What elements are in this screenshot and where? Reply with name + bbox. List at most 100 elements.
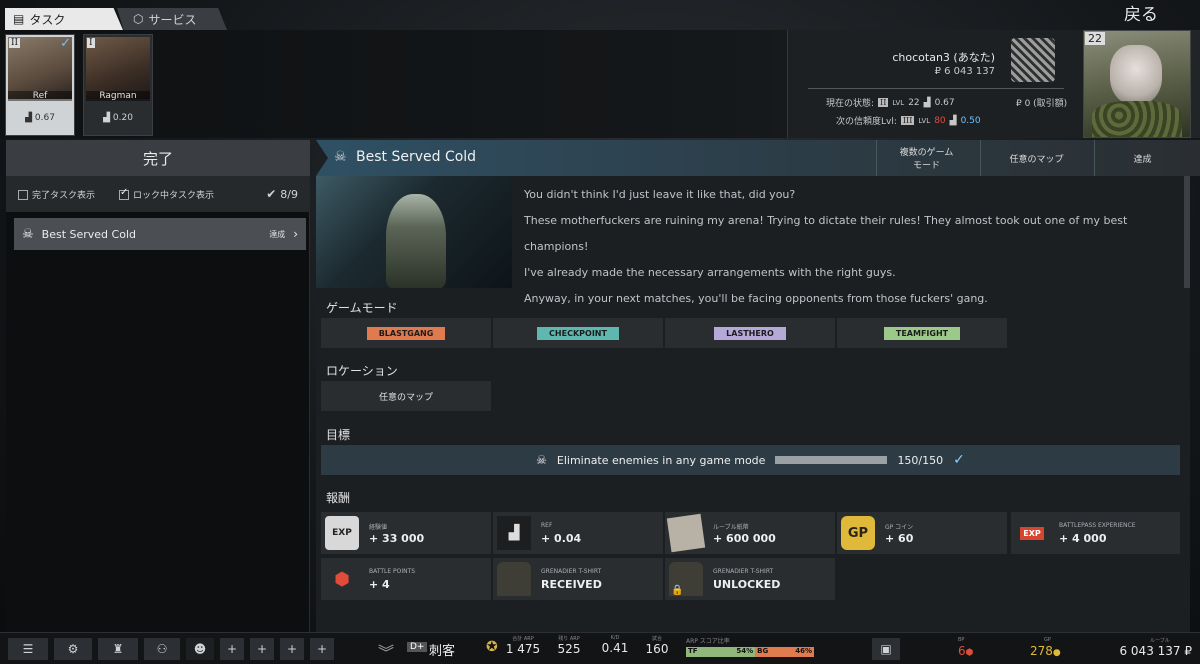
reward-rep: ▟ REF + 0.04 bbox=[493, 512, 663, 554]
gp-label: GP bbox=[1044, 637, 1051, 643]
gp-amount: 278 bbox=[1030, 644, 1053, 658]
money-icon bbox=[666, 513, 706, 553]
party-slot-add[interactable]: + bbox=[250, 638, 274, 660]
story-scrollbar[interactable] bbox=[1184, 176, 1190, 288]
current-status-row: 現在の状態: II LVL 22 ▟ 0.67 bbox=[826, 96, 955, 110]
mode-tag: CHECKPOINT bbox=[537, 326, 619, 340]
tab-tasks[interactable]: ▤ タスク bbox=[5, 8, 123, 30]
party-slot-add[interactable]: + bbox=[280, 638, 304, 660]
filter-locked-label: ロック中タスク表示 bbox=[133, 190, 215, 201]
menu-button[interactable]: ☰ bbox=[8, 638, 48, 660]
task-modes-column: 複数のゲーム モード bbox=[876, 140, 976, 176]
lvl-prefix: LVL bbox=[918, 116, 931, 125]
party-slot-add[interactable]: + bbox=[220, 638, 244, 660]
friends-button[interactable]: ⚇ bbox=[144, 638, 180, 660]
skull-icon: ☠ bbox=[334, 149, 347, 165]
arp-star-icon: ✪ bbox=[486, 639, 498, 655]
party-member-slot[interactable]: ☻ bbox=[186, 638, 214, 660]
reward-value: + 33 000 bbox=[369, 532, 425, 545]
floppy-icon: ▣ bbox=[880, 642, 892, 656]
trade-money: ₽ 0 (取引額) bbox=[1016, 96, 1067, 109]
bp-label: BP bbox=[958, 637, 965, 643]
rep-icon: ▟ bbox=[497, 516, 531, 550]
trader-name: Ragman bbox=[86, 91, 150, 101]
trader-portrait bbox=[86, 37, 150, 99]
tab-services[interactable]: ⬡ サービス bbox=[117, 8, 227, 30]
kd-value: 0.41 bbox=[601, 641, 629, 655]
player-panel: chocotan3 (あなた) ₽ 6 043 137 現在の状態: II LV… bbox=[787, 30, 1083, 138]
character-button[interactable]: ♜ bbox=[98, 638, 138, 660]
filter-locked[interactable]: ロック中タスク表示 bbox=[119, 187, 215, 201]
mode-tag: BLASTGANG bbox=[366, 326, 446, 340]
mode-tag: TEAMFIGHT bbox=[883, 326, 961, 340]
plus-icon: + bbox=[256, 642, 268, 656]
mode-teamfight: TEAMFIGHT bbox=[837, 318, 1007, 348]
mode-checkpoint: CHECKPOINT bbox=[493, 318, 663, 348]
reward-name: GRENADIER T-SHIRT bbox=[541, 568, 602, 575]
score-ratio-label: ARP スコア比率 bbox=[686, 638, 730, 645]
trader-rep: ▟ 0.67 bbox=[6, 113, 74, 123]
task-list-header: 完了 bbox=[6, 140, 310, 176]
rep-icon: ▟ bbox=[923, 97, 931, 108]
reward-battlepass-exp: EXP BATTLEPASS EXPERIENCE + 4 000 bbox=[1011, 512, 1180, 554]
task-story: You didn't think I'd just leave it like … bbox=[524, 182, 1184, 312]
character-icon: ♜ bbox=[112, 642, 124, 656]
task-story-image bbox=[316, 176, 512, 288]
plus-icon: + bbox=[226, 642, 238, 656]
mode-lasthero: LASTHERO bbox=[665, 318, 835, 348]
score-ratio-bar: TF 54% BG 46% bbox=[686, 647, 814, 657]
back-button[interactable]: 戻る bbox=[1124, 0, 1158, 25]
exp-icon: EXP bbox=[325, 516, 359, 550]
party-slot-add[interactable]: + bbox=[310, 638, 334, 660]
filter-completed[interactable]: 完了タスク表示 bbox=[18, 188, 95, 201]
total-arp: 合計 ARP 1 475 bbox=[505, 635, 541, 656]
tab-tasks-label: タスク bbox=[29, 12, 66, 27]
roubles-label: ルーブル bbox=[1150, 638, 1170, 644]
total-arp-label: 合計 ARP bbox=[512, 636, 534, 642]
matches-value: 160 bbox=[645, 642, 669, 656]
game-modes-label: ゲームモード bbox=[326, 301, 398, 315]
check-icon: ✓ bbox=[953, 452, 965, 468]
settings-button[interactable]: ⚙ bbox=[54, 638, 92, 660]
next-rank-badge: III bbox=[900, 116, 915, 125]
current-rep: 0.67 bbox=[934, 97, 955, 108]
story-figure bbox=[386, 194, 446, 288]
reward-name: REF bbox=[541, 522, 553, 529]
reward-battle-points: ⬢ BATTLE POINTS + 4 bbox=[321, 558, 491, 600]
reward-tshirt-received: GRENADIER T-SHIRT RECEIVED bbox=[493, 558, 663, 600]
filter-completed-checkbox[interactable] bbox=[18, 190, 28, 200]
reward-name: 経験値 bbox=[369, 524, 388, 531]
story-line: Anyway, in your next matches, you'll be … bbox=[524, 292, 988, 305]
task-item-status: 達成 bbox=[269, 229, 286, 239]
reward-gp: GP GP コイン + 60 bbox=[837, 512, 1007, 554]
trader-card-ref[interactable]: II ✓ Ref ▟ 0.67 bbox=[5, 34, 75, 136]
friends-icon: ⚇ bbox=[156, 642, 168, 656]
rep-icon: ▟ bbox=[103, 113, 110, 123]
task-item-best-served-cold[interactable]: ☠ Best Served Cold 達成 › bbox=[14, 218, 306, 250]
reward-value: + 0.04 bbox=[541, 532, 582, 545]
task-item-name: Best Served Cold bbox=[41, 227, 136, 241]
filter-locked-checkbox[interactable] bbox=[119, 187, 130, 200]
current-status-label: 現在の状態: bbox=[826, 99, 875, 109]
next-status-row: 次の信頼度Lvl: III LVL 80 ▟ 0.50 bbox=[836, 114, 981, 128]
avatar-body bbox=[1092, 101, 1182, 137]
player-avatar[interactable]: 22 bbox=[1083, 30, 1191, 138]
trader-card-ragman[interactable]: I Ragman ▟ 0.20 bbox=[83, 34, 153, 136]
trader-rep-value: 0.20 bbox=[112, 113, 133, 123]
task-detail-header: ☠ Best Served Cold 複数のゲーム モード 任意のマップ 達成 bbox=[316, 140, 1200, 176]
tshirt-icon: 🔒 bbox=[669, 562, 703, 596]
battle-points-icon: ⬢ bbox=[334, 568, 350, 590]
story-line: You didn't think I'd just leave it like … bbox=[524, 188, 796, 201]
bp-value: 6⬢ bbox=[958, 644, 974, 658]
reward-exp: EXP 経験値 + 33 000 bbox=[321, 512, 491, 554]
task-detail-body: You didn't think I'd just leave it like … bbox=[316, 176, 1190, 632]
player-money: ₽ 6 043 137 bbox=[934, 66, 995, 77]
bg-pct: 46% bbox=[795, 647, 812, 655]
task-filters: 完了タスク表示 ロック中タスク表示 ✔ 8/9 bbox=[6, 176, 310, 212]
trade-money-value: ₽ 0 (取引額) bbox=[1016, 99, 1068, 109]
save-button[interactable]: ▣ bbox=[872, 638, 900, 660]
reward-value: + 4 000 bbox=[1059, 532, 1107, 545]
skull-icon: ☠ bbox=[536, 453, 547, 467]
remaining-arp: 残り ARP 525 bbox=[553, 635, 585, 656]
reward-value: RECEIVED bbox=[541, 578, 602, 591]
